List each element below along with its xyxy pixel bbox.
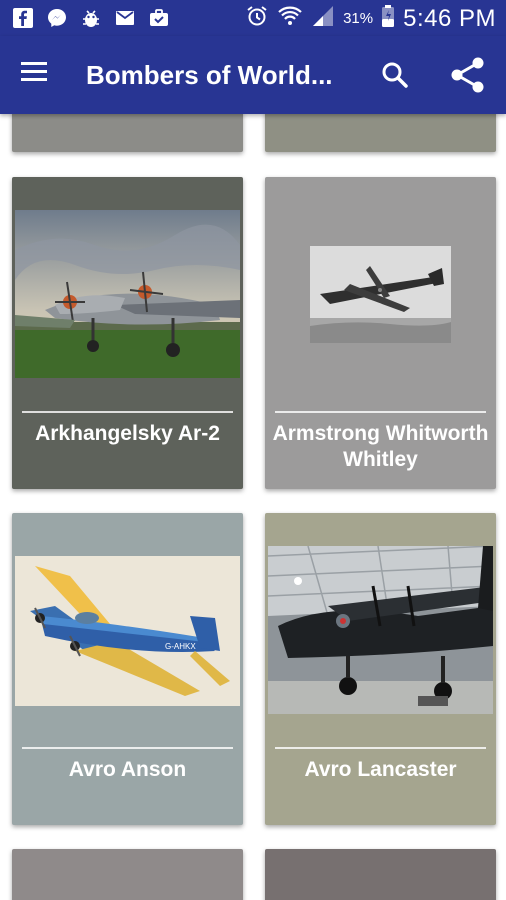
share-icon xyxy=(451,57,484,93)
battery-icon xyxy=(381,4,395,33)
grid-card-partial[interactable] xyxy=(265,114,496,152)
grid-card-arkhangelsky-ar-2[interactable]: Arkhangelsky Ar-2 xyxy=(12,177,243,489)
search-icon xyxy=(382,62,408,88)
notification-icons xyxy=(12,7,170,29)
aircraft-photo xyxy=(310,246,451,343)
card-title: Avro Lancaster xyxy=(304,758,457,781)
grid-card-armstrong-whitworth-whitley[interactable]: Armstrong Whitworth Whitley xyxy=(265,177,496,489)
clock-time: 5:46 PM xyxy=(403,4,496,32)
card-title: Avro Anson xyxy=(68,758,187,781)
bomber-grid: Arkhangelsky Ar-2 Armstrong Whitworth Wh… xyxy=(0,114,506,900)
briefcase-icon xyxy=(148,7,170,29)
card-divider xyxy=(275,411,486,413)
share-button[interactable] xyxy=(449,56,487,94)
battery-percent: 31% xyxy=(343,10,374,27)
messenger-icon xyxy=(46,7,68,29)
svg-text:G-AHKX: G-AHKX xyxy=(165,642,196,651)
grid-card-partial[interactable] xyxy=(12,849,243,900)
card-divider xyxy=(22,411,233,413)
menu-icon xyxy=(21,62,47,81)
alarm-icon xyxy=(245,4,269,33)
android-debug-icon xyxy=(80,7,102,29)
card-title: Armstrong Whitworth Whitley xyxy=(272,422,489,471)
grid-card-partial[interactable] xyxy=(12,114,243,152)
wifi-icon xyxy=(277,4,303,33)
menu-button[interactable] xyxy=(20,60,60,92)
aircraft-photo xyxy=(268,546,493,714)
status-bar: 31% 5:46 PM xyxy=(0,0,506,36)
aircraft-photo: G-AHKX xyxy=(15,556,240,706)
system-status: 31% 5:46 PM xyxy=(245,4,496,33)
card-title: Arkhangelsky Ar-2 xyxy=(35,422,220,445)
page-title: Bombers of World... xyxy=(86,60,333,90)
mail-icon xyxy=(114,7,136,29)
card-divider xyxy=(22,747,233,749)
grid-card-avro-anson[interactable]: G-AHKX Avro Anson xyxy=(12,513,243,825)
grid-card-avro-lancaster[interactable]: Avro Lancaster xyxy=(265,513,496,825)
signal-icon xyxy=(311,4,335,33)
card-divider xyxy=(275,747,486,749)
facebook-icon xyxy=(12,7,34,29)
aircraft-photo xyxy=(15,210,240,378)
search-button[interactable] xyxy=(380,60,412,92)
grid-card-partial[interactable] xyxy=(265,849,496,900)
app-toolbar: Bombers of World... xyxy=(0,36,506,114)
